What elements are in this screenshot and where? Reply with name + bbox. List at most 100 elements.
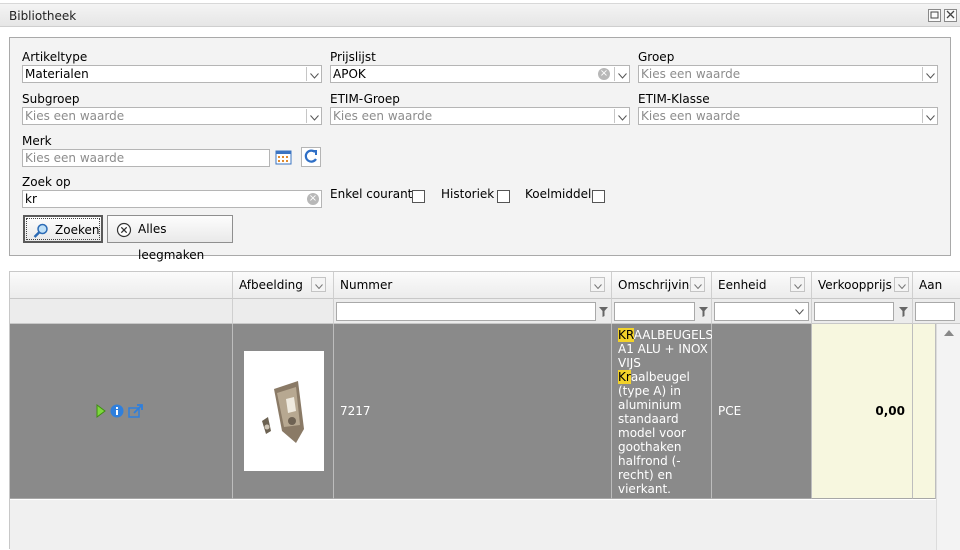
omschrijving-body: aalbeugel (type A) in aluminium standaar… bbox=[618, 370, 690, 496]
nummer-value: 7217 bbox=[340, 404, 371, 418]
prijslijst-label: Prijslijst bbox=[330, 50, 376, 64]
column-header-label: Nummer bbox=[340, 278, 393, 292]
grid-empty-area bbox=[10, 500, 936, 550]
window-titlebar: Bibliotheek bbox=[0, 3, 960, 27]
vertical-scrollbar[interactable] bbox=[936, 324, 960, 550]
etim-groep-select[interactable]: Kies een waarde bbox=[330, 107, 630, 125]
clear-icon[interactable]: × bbox=[307, 193, 319, 205]
merk-field[interactable]: Kies een waarde bbox=[22, 149, 270, 167]
column-header-actions bbox=[10, 272, 233, 299]
filter-row-cell bbox=[712, 299, 812, 324]
chevron-down-icon[interactable] bbox=[614, 109, 629, 123]
filter-row-cell bbox=[10, 299, 233, 324]
search-button-label: Zoeken bbox=[55, 223, 100, 237]
filter-row-cell bbox=[812, 299, 913, 324]
merk-placeholder: Kies een waarde bbox=[25, 151, 125, 165]
eenheid-filter-select[interactable] bbox=[714, 302, 809, 321]
chevron-down-icon[interactable] bbox=[306, 109, 321, 123]
column-menu-icon[interactable] bbox=[690, 277, 705, 292]
verkoopprijs-cell: 0,00 bbox=[812, 324, 913, 499]
eenheid-value: PCE bbox=[718, 404, 742, 418]
product-image[interactable] bbox=[244, 351, 324, 471]
prijslijst-select[interactable]: APOK × bbox=[330, 65, 630, 83]
omschrijving-cell: KRAALBEUGELS A1 ALU + INOX VIJS Kraalbeug… bbox=[612, 324, 713, 499]
column-menu-icon[interactable] bbox=[790, 277, 805, 292]
etim-klasse-select[interactable]: Kies een waarde bbox=[638, 107, 938, 125]
maximize-icon[interactable] bbox=[928, 9, 941, 22]
column-menu-icon[interactable] bbox=[590, 277, 605, 292]
expand-row-icon[interactable] bbox=[96, 404, 106, 418]
aan-filter-input[interactable] bbox=[915, 302, 955, 321]
subgroep-placeholder: Kies een waarde bbox=[25, 109, 125, 123]
column-header-label: Eenheid bbox=[718, 278, 767, 292]
column-header-label: Afbeelding bbox=[239, 278, 303, 292]
artikeltype-select[interactable]: Materialen bbox=[22, 65, 322, 83]
column-header-aan[interactable]: Aan bbox=[913, 272, 960, 299]
chevron-down-icon[interactable] bbox=[306, 67, 321, 81]
etim-klasse-label: ETIM-Klasse bbox=[638, 92, 710, 106]
search-button[interactable]: Zoeken bbox=[23, 215, 103, 243]
merk-label: Merk bbox=[22, 134, 52, 148]
subgroep-select[interactable]: Kies een waarde bbox=[22, 107, 322, 125]
column-header-eenheid[interactable]: Eenheid bbox=[712, 272, 812, 299]
nummer-filter-input[interactable] bbox=[336, 302, 596, 321]
filter-row-cell bbox=[913, 299, 960, 324]
clear-all-button-label: Alles leegmaken bbox=[138, 222, 205, 262]
koelmiddel-checkbox[interactable] bbox=[592, 190, 605, 203]
calendar-icon[interactable] bbox=[275, 149, 292, 169]
verkoopprijs-value: 0,00 bbox=[875, 404, 905, 418]
groep-select[interactable]: Kies een waarde bbox=[638, 65, 938, 83]
clear-all-button[interactable]: Alles leegmaken bbox=[107, 215, 233, 262]
enkel-courant-label: Enkel courant bbox=[330, 187, 413, 201]
etim-groep-label: ETIM-Groep bbox=[330, 92, 400, 106]
results-grid: Afbeelding Nummer Omschrijving Eenheid V… bbox=[9, 271, 960, 550]
eenheid-cell: PCE bbox=[712, 324, 812, 499]
window-title: Bibliotheek bbox=[9, 9, 77, 23]
info-icon[interactable] bbox=[110, 404, 124, 418]
historiek-label: Historiek bbox=[441, 187, 495, 201]
column-header-label: Verkoopprijs 3 bbox=[818, 278, 904, 292]
filter-row-cell bbox=[334, 299, 612, 324]
omschrijving-text: KRAALBEUGELS A1 ALU + INOX VIJS Kraalbeug… bbox=[618, 328, 713, 496]
filter-icon[interactable] bbox=[899, 307, 908, 317]
filter-icon[interactable] bbox=[699, 307, 708, 317]
chevron-down-icon[interactable] bbox=[922, 67, 937, 81]
filter-row-cell bbox=[612, 299, 712, 324]
groep-label: Groep bbox=[638, 50, 675, 64]
zoek-op-input[interactable]: kr × bbox=[22, 190, 322, 208]
prijslijst-value: APOK bbox=[333, 67, 366, 81]
open-external-icon[interactable] bbox=[128, 404, 144, 418]
etim-groep-placeholder: Kies een waarde bbox=[333, 109, 433, 123]
chevron-down-icon[interactable] bbox=[922, 109, 937, 123]
verkoopprijs-filter-input[interactable] bbox=[814, 302, 894, 321]
cancel-icon bbox=[116, 221, 132, 247]
omschrijving-filter-input[interactable] bbox=[614, 302, 695, 321]
historiek-checkbox[interactable] bbox=[497, 190, 510, 203]
table-row-actions bbox=[10, 324, 233, 499]
clear-icon[interactable]: × bbox=[598, 68, 610, 80]
search-highlight: KR bbox=[618, 328, 634, 342]
subgroep-label: Subgroep bbox=[22, 92, 80, 106]
filter-panel: Artikeltype Materialen Prijslijst APOK ×… bbox=[9, 37, 951, 262]
search-icon bbox=[33, 222, 49, 248]
chevron-down-icon[interactable] bbox=[795, 309, 804, 315]
scroll-up-icon[interactable] bbox=[944, 329, 954, 336]
column-menu-icon[interactable] bbox=[311, 277, 326, 292]
nummer-cell: 7217 bbox=[334, 324, 612, 499]
column-header-nummer[interactable]: Nummer bbox=[334, 272, 612, 299]
filter-icon[interactable] bbox=[599, 307, 608, 317]
column-header-afbeelding[interactable]: Afbeelding bbox=[233, 272, 334, 299]
column-header-label: Aan bbox=[919, 278, 943, 292]
chevron-down-icon[interactable] bbox=[614, 67, 629, 81]
etim-klasse-placeholder: Kies een waarde bbox=[641, 109, 741, 123]
zoek-op-label: Zoek op bbox=[22, 175, 71, 189]
artikeltype-label: Artikeltype bbox=[22, 50, 88, 64]
column-header-omschrijving[interactable]: Omschrijving bbox=[612, 272, 712, 299]
enkel-courant-checkbox[interactable] bbox=[412, 190, 425, 203]
column-header-verkoopprijs[interactable]: Verkoopprijs 3 bbox=[812, 272, 913, 299]
close-icon[interactable] bbox=[944, 9, 957, 22]
filter-row-cell bbox=[233, 299, 334, 324]
artikeltype-value: Materialen bbox=[25, 67, 89, 81]
column-menu-icon[interactable] bbox=[894, 277, 909, 292]
refresh-icon[interactable] bbox=[301, 147, 321, 167]
